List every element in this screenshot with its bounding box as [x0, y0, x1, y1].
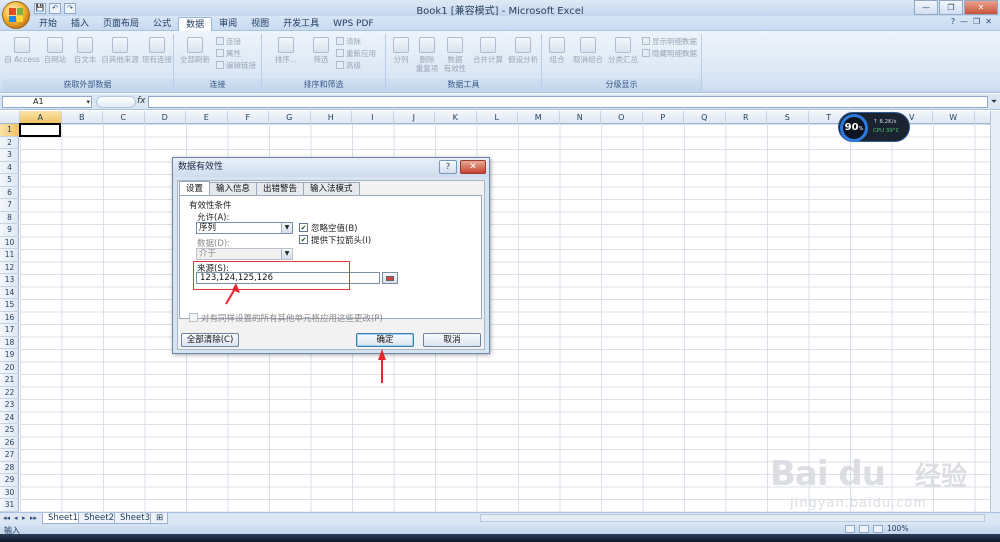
arrow-to-ok — [378, 349, 386, 383]
arrow-to-source — [225, 283, 240, 305]
office-logo-icon — [9, 8, 23, 22]
annotation-arrows — [225, 283, 386, 383]
office-button[interactable] — [2, 1, 30, 29]
